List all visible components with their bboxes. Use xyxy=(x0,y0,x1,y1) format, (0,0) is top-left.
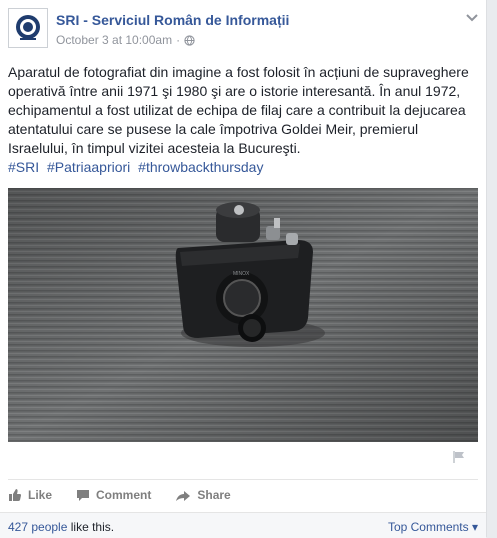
camera-photo: MINOX xyxy=(8,188,478,442)
thumbs-up-icon xyxy=(9,489,21,501)
meta-separator: · xyxy=(176,33,181,47)
page-name[interactable]: SRI - Serviciul Român de Informații xyxy=(56,12,289,28)
share-icon xyxy=(176,490,191,501)
post-actions: Like Comment Share xyxy=(8,479,478,510)
top-comments-dropdown[interactable]: Top Comments ▾ xyxy=(388,520,478,534)
comment-icon xyxy=(77,489,90,501)
like-button[interactable]: Like xyxy=(8,488,52,502)
post-footer: 427 people like this. Top Comments ▾ xyxy=(0,512,486,538)
post-timestamp[interactable]: October 3 at 10:00am xyxy=(56,33,172,47)
post-hashtags: #SRI #Patriaapriori #throwbackthursday xyxy=(8,159,267,175)
hashtag[interactable]: #SRI xyxy=(8,159,39,175)
like-label: Like xyxy=(28,488,53,502)
comment-label: Comment xyxy=(96,488,152,502)
post-card: SRI - Serviciul Român de Informații Octo… xyxy=(0,0,487,538)
flag-icon xyxy=(453,451,464,463)
share-button[interactable]: Share xyxy=(175,488,231,502)
svg-text:MINOX: MINOX xyxy=(233,271,250,277)
share-label: Share xyxy=(197,488,231,502)
chevron-down-icon xyxy=(466,14,478,22)
hashtag[interactable]: #throwbackthursday xyxy=(138,159,263,175)
globe-icon[interactable] xyxy=(184,34,195,46)
post-body: Aparatul de fotografiat din imagine a fo… xyxy=(8,63,478,177)
likes-summary: 427 people like this. xyxy=(8,520,114,534)
hashtag[interactable]: #Patriaapriori xyxy=(47,159,130,175)
post-meta: October 3 at 10:00am · xyxy=(56,33,195,47)
likes-suffix: like this. xyxy=(70,520,115,534)
post-text: Aparatul de fotografiat din imagine a fo… xyxy=(8,64,469,156)
post-photo[interactable]: MINOX xyxy=(8,188,478,442)
report-flag[interactable] xyxy=(452,450,466,469)
post-options-chevron[interactable] xyxy=(464,10,480,26)
page-avatar[interactable] xyxy=(8,8,48,48)
likes-count[interactable]: 427 people xyxy=(8,520,67,534)
comment-button[interactable]: Comment xyxy=(76,488,151,502)
sri-emblem-icon xyxy=(12,12,44,44)
